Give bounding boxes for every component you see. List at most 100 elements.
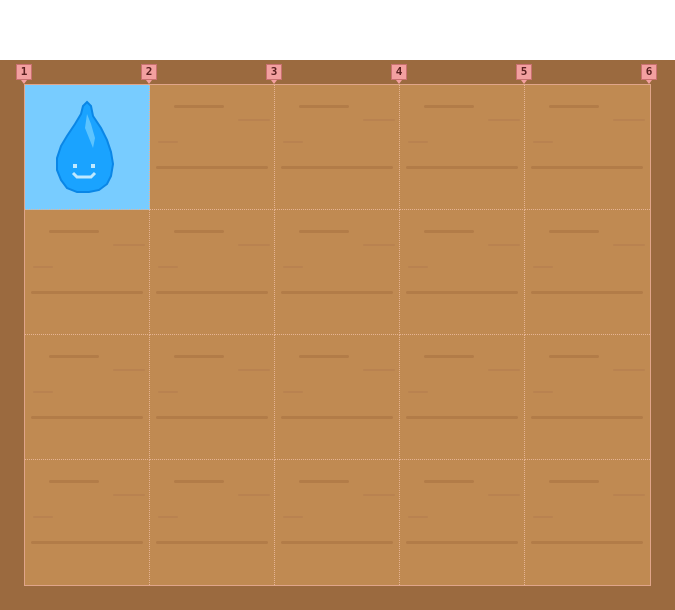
wood-grain — [156, 416, 268, 419]
wood-grain — [283, 391, 303, 393]
wood-grain — [549, 480, 599, 483]
wood-grain — [158, 391, 178, 393]
board-cell-r1-c5[interactable] — [525, 85, 650, 210]
wood-grain — [299, 480, 349, 483]
wood-grain — [408, 391, 428, 393]
board-cell-r4-c4[interactable] — [400, 460, 525, 585]
wood-grain — [174, 480, 224, 483]
board-cell-r1-c2[interactable] — [150, 85, 275, 210]
wood-grain — [408, 141, 428, 143]
wood-grain — [408, 266, 428, 268]
wood-grain — [281, 541, 393, 544]
wood-grain — [549, 355, 599, 358]
wood-grain — [299, 230, 349, 233]
board-cell-r3-c1[interactable] — [25, 335, 150, 460]
wood-grain — [299, 105, 349, 108]
wood-grain — [424, 355, 474, 358]
wood-grain — [533, 516, 553, 518]
wood-grain — [533, 266, 553, 268]
board-cell-r4-c1[interactable] — [25, 460, 150, 585]
wood-grain — [406, 416, 518, 419]
wood-grain — [156, 166, 268, 169]
wood-grain — [408, 516, 428, 518]
wood-grain — [281, 291, 393, 294]
column-marker-5: 5 — [516, 64, 532, 84]
wood-grain — [174, 355, 224, 358]
board-cell-r3-c4[interactable] — [400, 335, 525, 460]
wood-grain — [363, 494, 395, 496]
board-cell-r1-c4[interactable] — [400, 85, 525, 210]
wood-grain — [33, 516, 53, 518]
wood-grain — [299, 355, 349, 358]
wood-grain — [281, 166, 393, 169]
wood-grain — [31, 416, 143, 419]
wood-grain — [488, 244, 520, 246]
wood-grain — [613, 494, 645, 496]
water-drop-icon — [56, 100, 115, 193]
board-cell-r1-c3[interactable] — [275, 85, 400, 210]
wood-grain — [283, 516, 303, 518]
wood-grain — [406, 166, 518, 169]
wood-grain — [531, 291, 643, 294]
wood-grain — [488, 369, 520, 371]
wood-grain — [363, 369, 395, 371]
column-marker-4: 4 — [391, 64, 407, 84]
wood-grain — [363, 244, 395, 246]
wood-grain — [424, 480, 474, 483]
board-cell-r3-c2[interactable] — [150, 335, 275, 460]
wood-grain — [283, 141, 303, 143]
wood-grain — [531, 541, 643, 544]
board-cell-r3-c5[interactable] — [525, 335, 650, 460]
wood-grain — [238, 494, 270, 496]
wood-grain — [283, 266, 303, 268]
wood-grain — [533, 391, 553, 393]
board-cell-r3-c3[interactable] — [275, 335, 400, 460]
wood-grain — [31, 541, 143, 544]
board-cell-r4-c2[interactable] — [150, 460, 275, 585]
wood-grain — [49, 355, 99, 358]
column-marker-6: 6 — [641, 64, 657, 84]
wood-grain — [488, 119, 520, 121]
wood-grain — [531, 166, 643, 169]
wood-grain — [113, 244, 145, 246]
board-cell-r2-c2[interactable] — [150, 210, 275, 335]
wood-grain — [158, 266, 178, 268]
board-cell-r4-c3[interactable] — [275, 460, 400, 585]
wood-grain — [406, 291, 518, 294]
wood-grain — [531, 416, 643, 419]
wood-grain — [363, 119, 395, 121]
wood-grain — [424, 230, 474, 233]
wood-grain — [174, 230, 224, 233]
wood-grain — [613, 244, 645, 246]
wood-grain — [156, 291, 268, 294]
wood-grain — [613, 119, 645, 121]
game-board — [24, 84, 651, 586]
wood-grain — [113, 494, 145, 496]
wood-grain — [238, 244, 270, 246]
column-marker-2: 2 — [141, 64, 157, 84]
wood-grain — [49, 230, 99, 233]
wood-grain — [281, 416, 393, 419]
wood-grain — [49, 480, 99, 483]
column-marker-1: 1 — [16, 64, 32, 84]
wood-grain — [549, 230, 599, 233]
board-cell-r2-c3[interactable] — [275, 210, 400, 335]
wood-grain — [174, 105, 224, 108]
board-cell-r2-c1[interactable] — [25, 210, 150, 335]
board-cell-r1-c1[interactable] — [25, 85, 150, 210]
wood-grain — [33, 266, 53, 268]
wood-grain — [549, 105, 599, 108]
wood-grain — [424, 105, 474, 108]
wood-grain — [33, 391, 53, 393]
wood-grain — [533, 141, 553, 143]
wood-grain — [156, 541, 268, 544]
board-cell-r4-c5[interactable] — [525, 460, 650, 585]
board-cell-r2-c4[interactable] — [400, 210, 525, 335]
wood-grain — [406, 541, 518, 544]
wood-grain — [238, 119, 270, 121]
wood-grain — [488, 494, 520, 496]
wood-grain — [158, 141, 178, 143]
wood-grain — [158, 516, 178, 518]
wood-grain — [113, 369, 145, 371]
board-cell-r2-c5[interactable] — [525, 210, 650, 335]
